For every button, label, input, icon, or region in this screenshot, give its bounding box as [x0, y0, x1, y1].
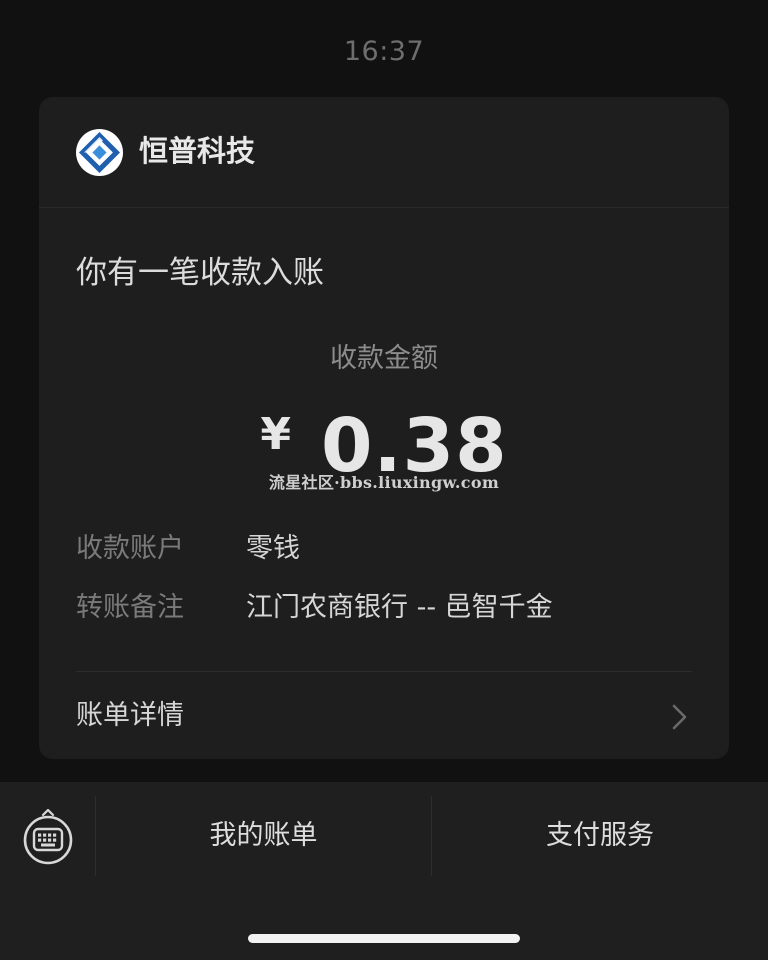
watermark-text: 流星社区·bbs.liuxingw.com: [268, 473, 500, 492]
payment-notification-card: 恒普科技 你有一笔收款入账 收款金额 ¥0.38 流星社区·bbs.liuxin…: [39, 97, 729, 759]
bottom-menu-bar: 我的账单 支付服务: [0, 782, 768, 960]
chevron-right-icon: [672, 704, 687, 730]
my-bills-button[interactable]: 我的账单: [96, 806, 431, 866]
info-value: 零钱: [246, 533, 300, 564]
card-header: 恒普科技: [39, 97, 729, 208]
merchant-logo-icon: [76, 129, 123, 176]
info-row-remark: 转账备注 江门农商银行 -- 邑智千金: [76, 586, 553, 630]
home-indicator[interactable]: [248, 934, 520, 943]
merchant-name: 恒普科技: [139, 134, 256, 168]
info-key: 转账备注: [76, 592, 184, 623]
bill-details-link[interactable]: 账单详情: [39, 672, 729, 759]
message-timestamp: 16:37: [343, 36, 425, 67]
keyboard-icon: [23, 808, 73, 865]
info-key: 收款账户: [76, 533, 184, 564]
keyboard-toggle-button[interactable]: [22, 806, 74, 866]
notice-title: 你有一笔收款入账: [76, 255, 324, 291]
bill-details-label: 账单详情: [76, 700, 184, 731]
info-value: 江门农商银行 -- 邑智千金: [246, 592, 553, 623]
payment-services-button[interactable]: 支付服务: [432, 806, 768, 866]
currency-symbol: ¥: [260, 409, 292, 460]
info-row-account: 收款账户 零钱: [76, 527, 300, 571]
amount-label: 收款金额: [330, 343, 438, 374]
notification-screen: 16:37 恒普科技 你有一笔收款入账 收款金额 ¥0.38 流星社区·bbs.…: [0, 0, 768, 960]
